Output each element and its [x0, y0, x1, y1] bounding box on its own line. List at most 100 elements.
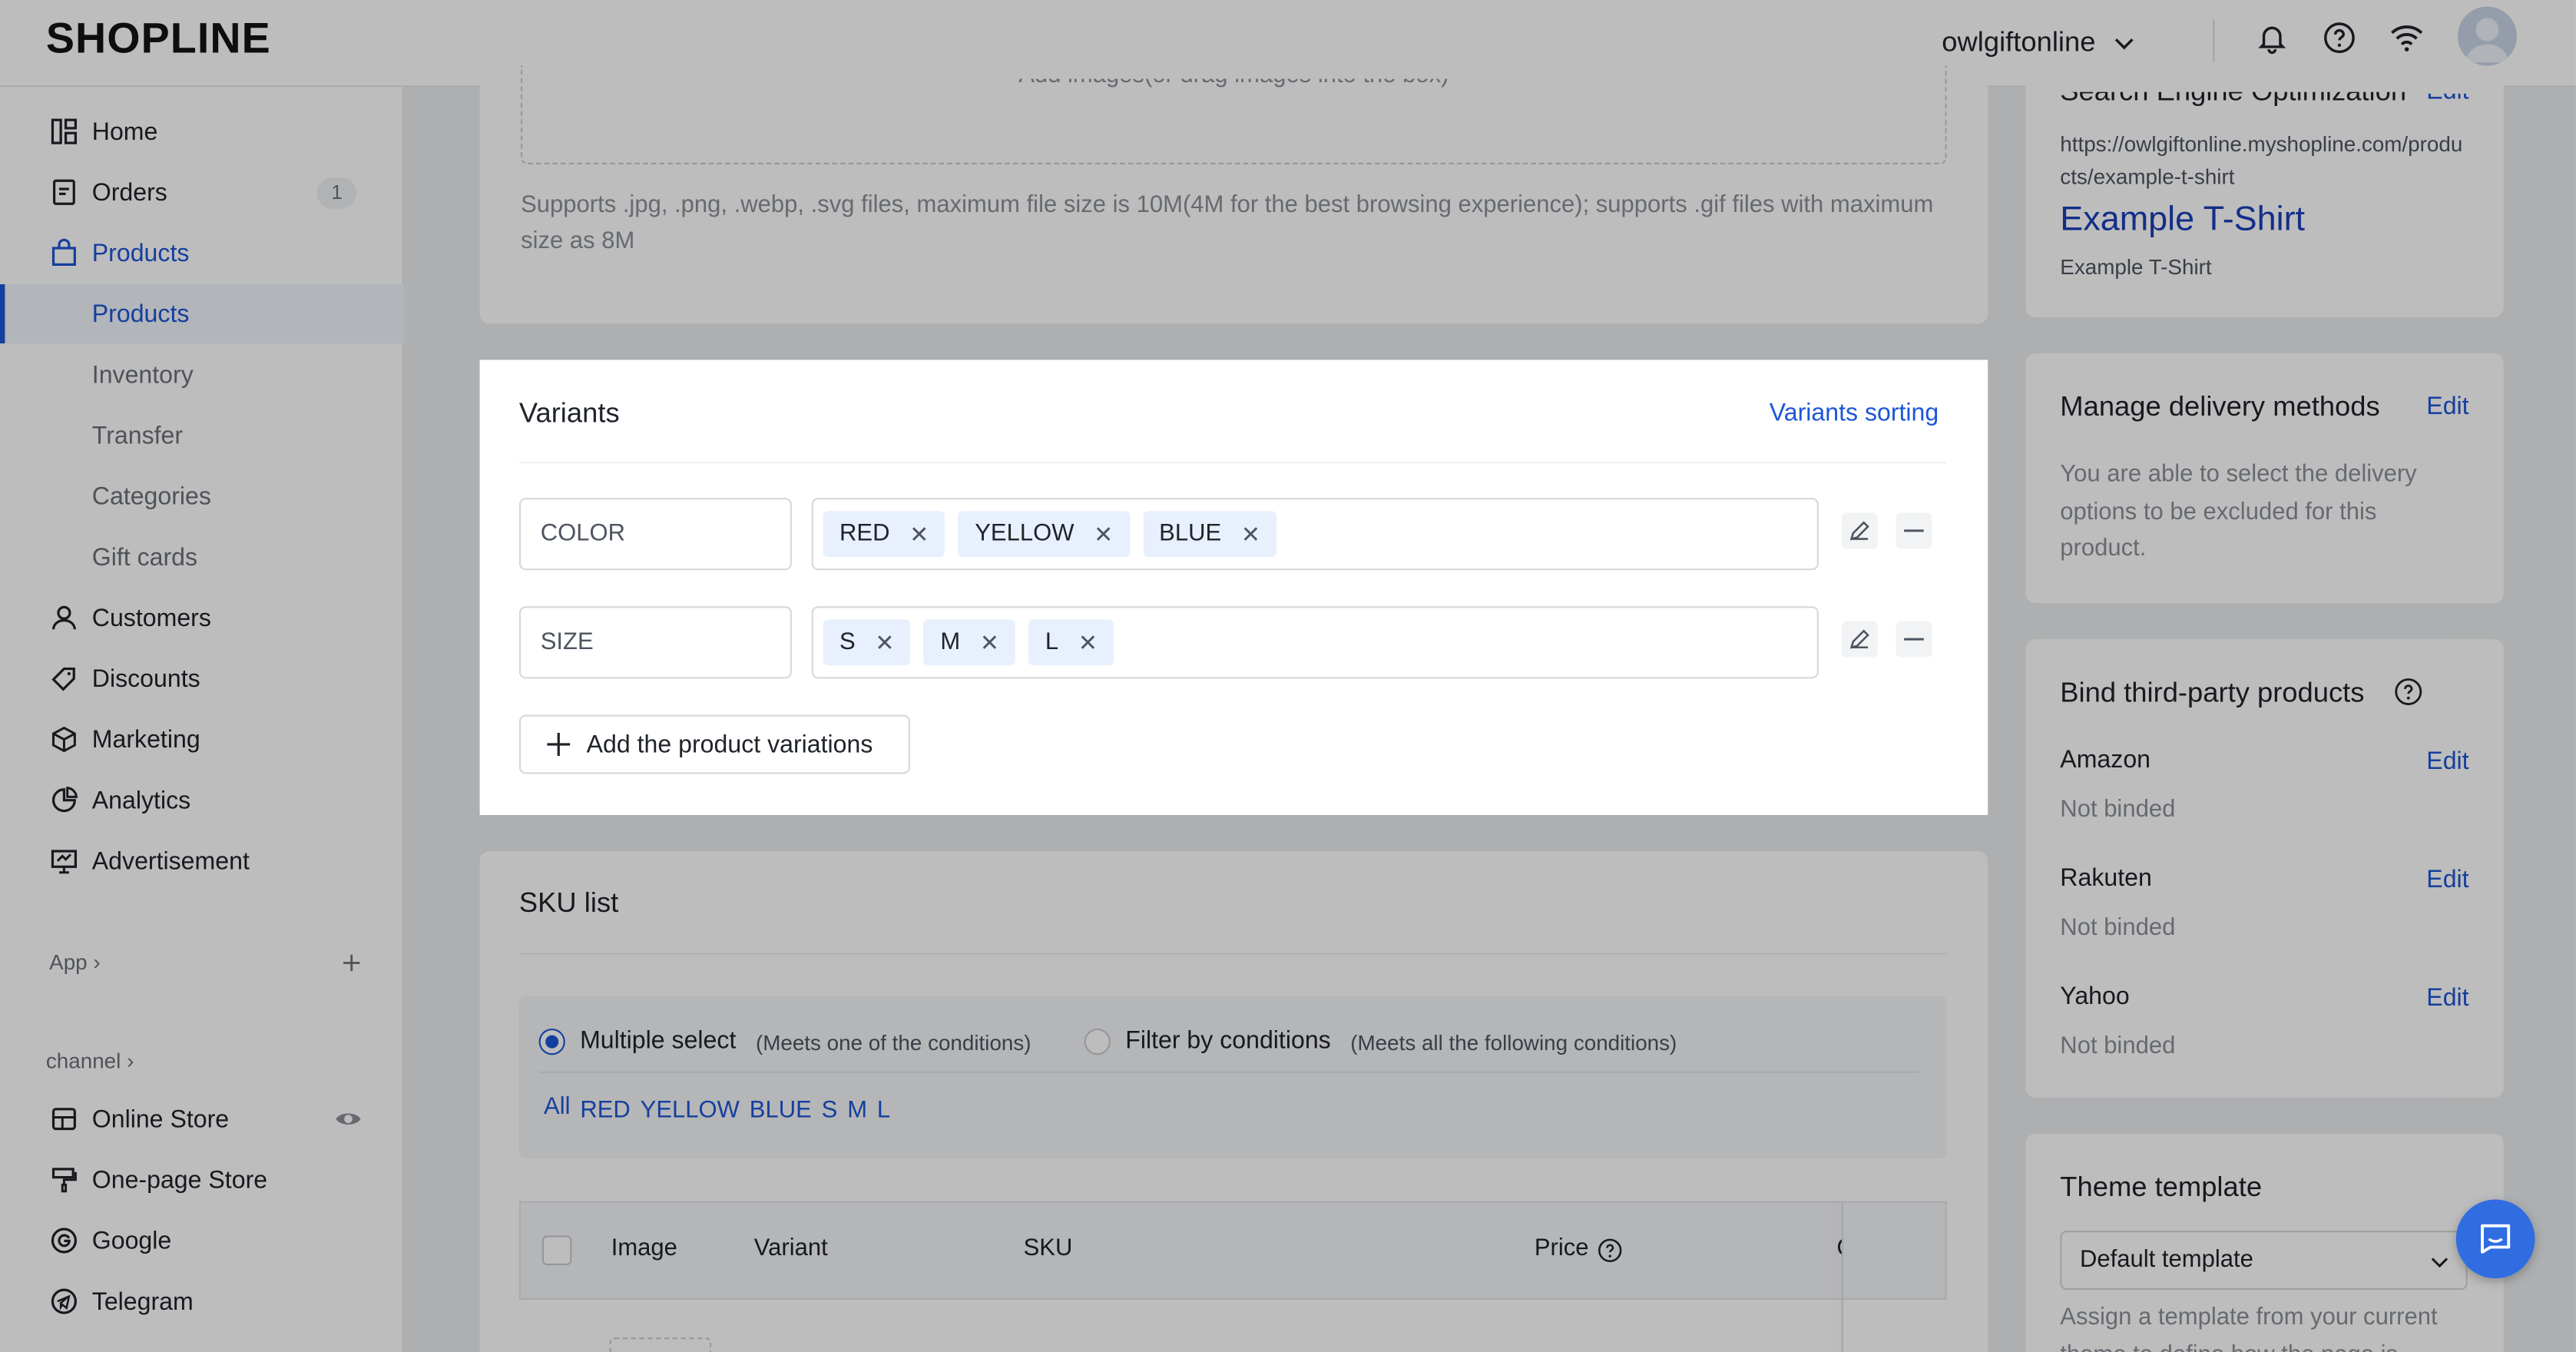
sidebar-item-label: Orders: [91, 178, 167, 207]
option-values-input[interactable]: RED ✕ YELLOW ✕ BLUE ✕: [811, 498, 1819, 571]
eye-icon[interactable]: [333, 1104, 363, 1134]
sidebar-item-label: Telegram: [91, 1287, 194, 1316]
platform-rakuten-edit[interactable]: Edit: [2426, 866, 2468, 893]
sidebar-item-label: Google: [91, 1226, 172, 1255]
sidebar-item-label: Products: [91, 239, 190, 267]
app-section-toggle[interactable]: App ›: [49, 949, 101, 974]
sidebar-channel-online-store[interactable]: Online Store: [0, 1089, 404, 1148]
delivery-edit-link[interactable]: Edit: [2426, 393, 2468, 420]
column-header-variant: Variant: [753, 1235, 828, 1262]
sidebar-channel-one-page-store[interactable]: One-page Store: [0, 1150, 404, 1209]
channel-section-label: channel: [45, 1048, 121, 1073]
remove-option-button[interactable]: [1896, 512, 1932, 549]
column-header-price: Price: [1534, 1235, 1589, 1262]
value-tag: YELLOW ✕: [958, 511, 1130, 558]
close-icon[interactable]: ✕: [980, 628, 999, 656]
option-values-input[interactable]: S ✕ M ✕ L ✕: [811, 606, 1819, 679]
chip-all[interactable]: All: [544, 1095, 570, 1125]
user-silhouette-icon: [2465, 18, 2509, 63]
multiple-select-label[interactable]: Multiple select: [580, 1027, 736, 1055]
sidebar-item-label: Customers: [91, 604, 211, 632]
orders-count-badge: 1: [316, 177, 357, 209]
filter-conditions-hint: (Meets all the following conditions): [1350, 1030, 1677, 1055]
shopline-logo[interactable]: SHOPLINE: [46, 13, 271, 64]
bell-icon[interactable]: [2254, 20, 2290, 56]
seo-page-title: Example T-Shirt: [2060, 200, 2306, 239]
sku-image-placeholder[interactable]: [609, 1337, 712, 1352]
platform-amazon-edit[interactable]: Edit: [2426, 747, 2468, 775]
filter-conditions-radio[interactable]: [1084, 1029, 1111, 1055]
plus-icon: [547, 732, 571, 756]
close-icon[interactable]: ✕: [1078, 628, 1098, 656]
sidebar-item-marketing[interactable]: Marketing: [0, 710, 404, 769]
sidebar-subitem-transfer[interactable]: Transfer: [0, 406, 404, 465]
platform-yahoo-edit[interactable]: Edit: [2426, 984, 2468, 1012]
sidebar-channel-google[interactable]: Google: [0, 1211, 404, 1270]
chip-s[interactable]: S: [822, 1098, 838, 1124]
help-icon[interactable]: [2321, 20, 2357, 56]
store-switcher[interactable]: owlgiftonline: [1942, 20, 2134, 66]
seo-description: Example T-Shirt: [2060, 254, 2212, 280]
chip-blue[interactable]: BLUE: [750, 1098, 812, 1124]
sidebar-subitem-products[interactable]: Products: [0, 284, 405, 344]
help-icon[interactable]: [2394, 677, 2424, 707]
avatar[interactable]: [2457, 6, 2517, 66]
sidebar-item-customers[interactable]: Customers: [0, 588, 404, 648]
add-product-variations-button[interactable]: Add the product variations: [518, 714, 911, 774]
top-divider: [2213, 19, 2215, 63]
image-upload-dropzone[interactable]: Add images(or drag images into the box): [521, 65, 1947, 164]
sku-table-header: Image Variant SKU Price C: [518, 1201, 1947, 1352]
sidebar-item-label: One-page Store: [91, 1165, 268, 1194]
sidebar-subitem-categories[interactable]: Categories: [0, 466, 404, 525]
sidebar-item-orders[interactable]: Orders 1: [0, 163, 404, 222]
value-tag: S ✕: [823, 619, 911, 666]
close-icon[interactable]: ✕: [1094, 520, 1113, 548]
chat-support-button[interactable]: [2455, 1199, 2535, 1279]
sidebar-subitem-gift-cards[interactable]: Gift cards: [0, 528, 404, 587]
wifi-icon[interactable]: [2389, 20, 2425, 56]
edit-option-button[interactable]: [1841, 621, 1878, 658]
filter-conditions-label[interactable]: Filter by conditions: [1125, 1027, 1331, 1055]
theme-template-select[interactable]: Default template: [2060, 1231, 2468, 1291]
variants-title: Variants: [518, 397, 620, 429]
upload-hint: Supports .jpg, .png, .webp, .svg files, …: [521, 192, 1934, 255]
chevron-right-icon: ›: [127, 1048, 134, 1073]
help-icon[interactable]: [1597, 1238, 1623, 1264]
sidebar: Home Orders 1 Products Products Inventor…: [0, 87, 405, 1352]
close-icon[interactable]: ✕: [875, 628, 894, 656]
sidebar-item-label: Products: [91, 300, 190, 328]
chip-yellow[interactable]: YELLOW: [641, 1098, 740, 1124]
close-icon[interactable]: ✕: [1241, 520, 1260, 548]
store-name: owlgiftonline: [1942, 26, 2096, 58]
sidebar-item-home[interactable]: Home: [0, 102, 404, 161]
option-name-input[interactable]: COLOR: [518, 498, 792, 571]
platform-rakuten-name: Rakuten: [2060, 864, 2152, 893]
channel-section-toggle[interactable]: channel ›: [46, 1049, 134, 1073]
sidebar-item-analytics[interactable]: Analytics: [0, 770, 404, 830]
variants-sorting-link[interactable]: Variants sorting: [1770, 399, 1939, 427]
value-tag: RED ✕: [823, 511, 945, 558]
chip-red[interactable]: RED: [580, 1098, 631, 1124]
remove-option-button[interactable]: [1896, 621, 1932, 658]
variant-chip-list: All RED YELLOW BLUE S M L: [544, 1095, 890, 1125]
sidebar-item-discounts[interactable]: Discounts: [0, 649, 404, 708]
close-icon[interactable]: ✕: [909, 520, 929, 548]
select-all-checkbox[interactable]: [541, 1235, 572, 1266]
edit-option-button[interactable]: [1841, 512, 1878, 549]
value-tag: M ✕: [923, 619, 1016, 666]
sidebar-channel-telegram[interactable]: Telegram: [0, 1272, 404, 1331]
sidebar-item-label: Online Store: [91, 1105, 230, 1133]
add-app-icon[interactable]: [342, 953, 362, 973]
sidebar-item-products[interactable]: Products: [0, 224, 404, 283]
add-variations-label: Add the product variations: [586, 730, 873, 759]
chip-m[interactable]: M: [847, 1098, 867, 1124]
sidebar-subitem-inventory[interactable]: Inventory: [0, 345, 404, 404]
column-header-sku: SKU: [1023, 1235, 1073, 1262]
seo-edit-link[interactable]: Edit: [2426, 94, 2468, 105]
person-icon: [51, 605, 76, 630]
option-name-input[interactable]: SIZE: [518, 606, 792, 679]
chip-l[interactable]: L: [877, 1098, 890, 1124]
multiple-select-radio[interactable]: [538, 1029, 565, 1055]
sidebar-item-advertisement[interactable]: Advertisement: [0, 831, 404, 890]
chevron-down-icon: [2114, 38, 2133, 50]
